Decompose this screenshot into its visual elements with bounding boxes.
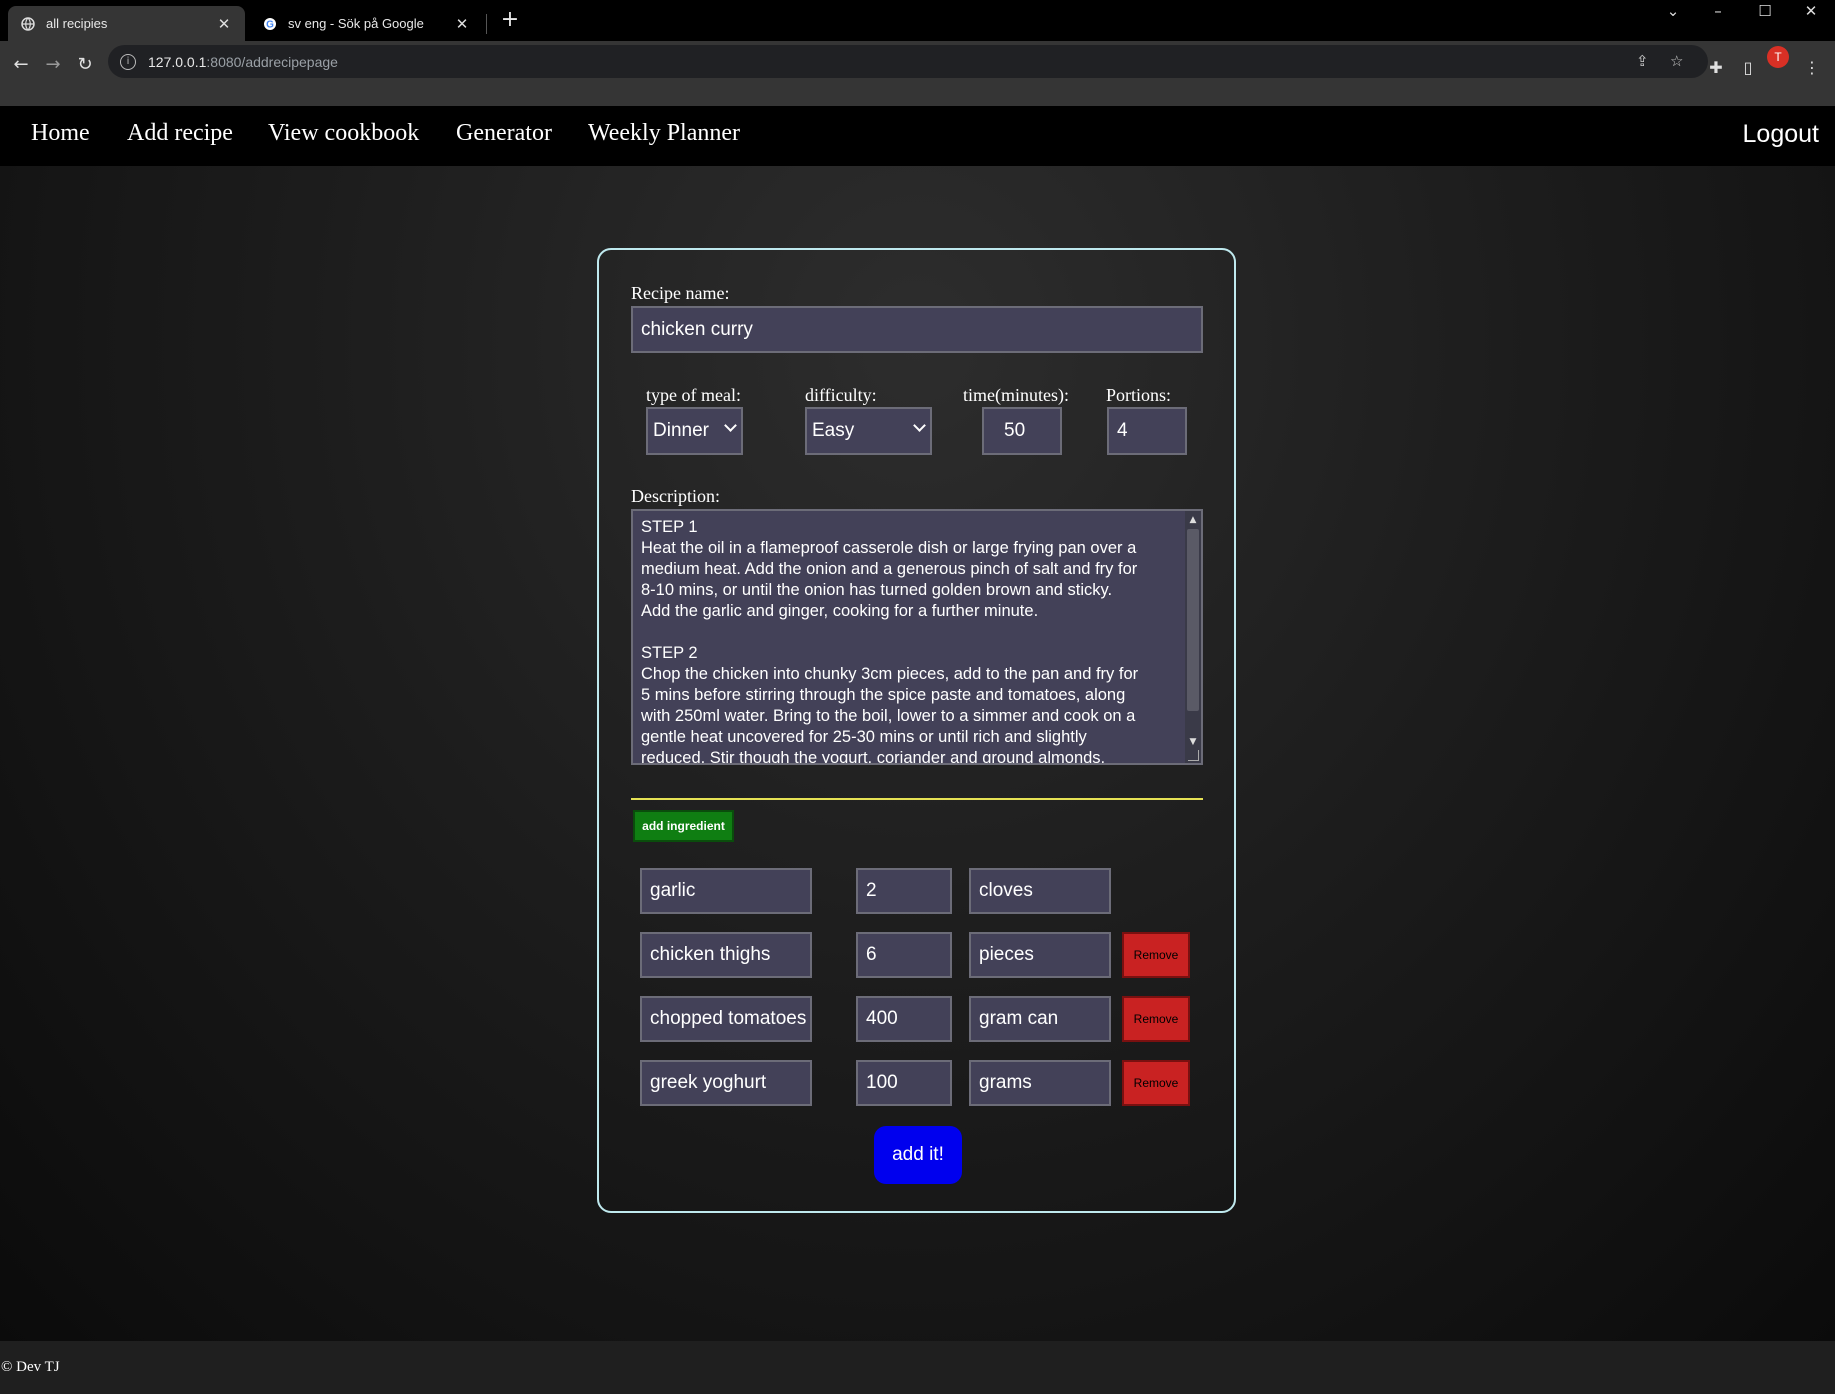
description-line: medium heat. Add the onion and a generou… — [641, 560, 1138, 578]
ingredient-name-input[interactable]: garlic — [640, 868, 812, 914]
ingredient-unit-input[interactable]: pieces — [969, 932, 1111, 978]
ingredient-unit-input[interactable]: cloves — [969, 868, 1111, 914]
portions-input[interactable]: 4 — [1107, 407, 1187, 455]
url-path: :8080/addrecipepage — [206, 53, 338, 70]
meal-type-value: Dinner — [653, 420, 709, 441]
nav-home[interactable]: Home — [31, 120, 90, 147]
description-line — [641, 622, 1181, 643]
resize-grip-icon[interactable] — [1188, 750, 1199, 761]
back-icon[interactable]: ← — [8, 52, 34, 78]
portions-label: Portions: — [1106, 385, 1172, 405]
ingredient-unit-input[interactable]: gram can — [969, 996, 1111, 1042]
profile-avatar[interactable]: T — [1767, 46, 1789, 68]
submit-recipe-button[interactable]: add it! — [874, 1126, 962, 1184]
nav-view-cookbook[interactable]: View cookbook — [268, 120, 419, 147]
scroll-down-arrow-icon[interactable]: ▼ — [1187, 735, 1199, 749]
close-tab-icon[interactable]: ✕ — [453, 15, 471, 33]
meal-type-label: type of meal: — [646, 385, 741, 405]
difficulty-value: Easy — [812, 420, 855, 441]
menu-dots-icon[interactable]: ⋮ — [1800, 56, 1824, 80]
remove-ingredient-button[interactable]: Remove — [1122, 996, 1190, 1042]
logout-link[interactable]: Logout — [1743, 120, 1819, 149]
meal-type-select[interactable]: Dinner — [646, 407, 743, 455]
remove-ingredient-button[interactable]: Remove — [1122, 932, 1190, 978]
extensions-icon[interactable]: ✚ — [1704, 56, 1728, 80]
description-line: Add the garlic and ginger, cooking for a… — [641, 602, 1039, 620]
nav-weekly-planner[interactable]: Weekly Planner — [588, 120, 740, 147]
new-tab-icon[interactable]: + — [498, 9, 522, 33]
section-divider — [631, 798, 1203, 800]
add-ingredient-button[interactable]: add ingredient — [633, 810, 734, 842]
page-footer: © Dev TJ — [0, 1341, 1835, 1394]
description-label: Description: — [631, 486, 720, 506]
time-label: time(minutes): — [963, 385, 1069, 405]
side-panel-icon[interactable]: ▯ — [1736, 56, 1760, 80]
browser-toolbar: ← → ↻ i 127.0.0.1:8080/addrecipepage ⇪ ☆… — [0, 41, 1835, 106]
description-textarea[interactable]: STEP 1 Heat the oil in a flameproof cass… — [631, 509, 1203, 765]
close-tab-icon[interactable]: ✕ — [215, 15, 233, 33]
close-window-icon[interactable]: ✕ — [1788, 0, 1834, 22]
chevron-down-icon — [913, 419, 926, 432]
description-line: gentle heat uncovered for 25-30 mins or … — [641, 728, 1087, 746]
bookmark-star-icon[interactable]: ☆ — [1670, 52, 1683, 70]
google-icon: G — [262, 16, 278, 32]
remove-ingredient-button[interactable]: Remove — [1122, 1060, 1190, 1106]
share-icon[interactable]: ⇪ — [1636, 52, 1649, 70]
description-line: 8-10 mins, or until the onion has turned… — [641, 581, 1113, 599]
footer-copyright: © Dev TJ — [1, 1359, 60, 1375]
recipe-name-input[interactable]: chicken curry — [631, 306, 1203, 353]
recipe-name-label: Recipe name: — [631, 283, 730, 303]
add-recipe-form: Recipe name: chicken curry type of meal:… — [597, 248, 1236, 1213]
browser-tab[interactable]: G sv eng - Sök på Google ✕ — [250, 6, 483, 41]
main-area: Recipe name: chicken curry type of meal:… — [0, 166, 1835, 1341]
description-line: 5 mins before stirring through the spice… — [641, 686, 1126, 704]
description-line: reduced. Stir though the yogurt, coriand… — [641, 749, 1106, 765]
tab-search-icon[interactable]: ⌄ — [1650, 0, 1696, 22]
ingredient-amount-input[interactable]: 100 — [856, 1060, 952, 1106]
nav-generator[interactable]: Generator — [456, 120, 552, 147]
site-info-icon[interactable]: i — [120, 53, 136, 70]
reload-icon[interactable]: ↻ — [72, 52, 98, 78]
description-line: STEP 1 — [641, 518, 698, 536]
description-line: Chop the chicken into chunky 3cm pieces,… — [641, 665, 1139, 683]
ingredient-row: chopped tomatoes 400 gram can Remove — [599, 996, 1238, 1042]
maximize-icon[interactable]: ☐ — [1742, 0, 1788, 22]
ingredient-name-input[interactable]: chicken thighs — [640, 932, 812, 978]
time-input[interactable]: 50 — [982, 407, 1062, 455]
svg-text:G: G — [266, 19, 274, 30]
tab-title: sv eng - Sök på Google — [288, 16, 424, 31]
ingredient-name-input[interactable]: chopped tomatoes — [640, 996, 812, 1042]
ingredient-amount-input[interactable]: 400 — [856, 996, 952, 1042]
forward-icon[interactable]: → — [40, 52, 66, 78]
chevron-down-icon — [724, 419, 737, 432]
ingredient-unit-input[interactable]: grams — [969, 1060, 1111, 1106]
ingredient-amount-input[interactable]: 2 — [856, 868, 952, 914]
ingredient-row: garlic 2 cloves — [599, 868, 1238, 914]
difficulty-label: difficulty: — [805, 385, 877, 405]
tab-title: all recipies — [46, 16, 108, 31]
ingredient-name-input[interactable]: greek yoghurt — [640, 1060, 812, 1106]
description-scrollbar[interactable]: ▲ ▼ — [1185, 511, 1201, 763]
tab-separator — [486, 14, 487, 34]
difficulty-select[interactable]: Easy — [805, 407, 932, 455]
scroll-up-arrow-icon[interactable]: ▲ — [1187, 513, 1199, 527]
description-line: Heat the oil in a flameproof casserole d… — [641, 539, 1137, 557]
ingredient-row: chicken thighs 6 pieces Remove — [599, 932, 1238, 978]
description-line: STEP 2 — [641, 644, 698, 662]
globe-icon — [20, 16, 36, 32]
ingredient-row: greek yoghurt 100 grams Remove — [599, 1060, 1238, 1106]
browser-tabstrip: all recipies ✕ G sv eng - Sök på Google … — [0, 0, 1835, 41]
nav-add-recipe[interactable]: Add recipe — [127, 120, 233, 147]
minimize-icon[interactable]: – — [1695, 0, 1741, 22]
browser-tab-active[interactable]: all recipies ✕ — [8, 6, 245, 41]
ingredient-amount-input[interactable]: 6 — [856, 932, 952, 978]
address-bar[interactable]: i 127.0.0.1:8080/addrecipepage ⇪ ☆ — [108, 45, 1708, 78]
url-host: 127.0.0.1 — [148, 53, 207, 70]
scrollbar-thumb[interactable] — [1187, 529, 1199, 711]
site-navbar: Home Add recipe View cookbook Generator … — [0, 106, 1835, 166]
description-line: with 250ml water. Bring to the boil, low… — [641, 707, 1136, 725]
